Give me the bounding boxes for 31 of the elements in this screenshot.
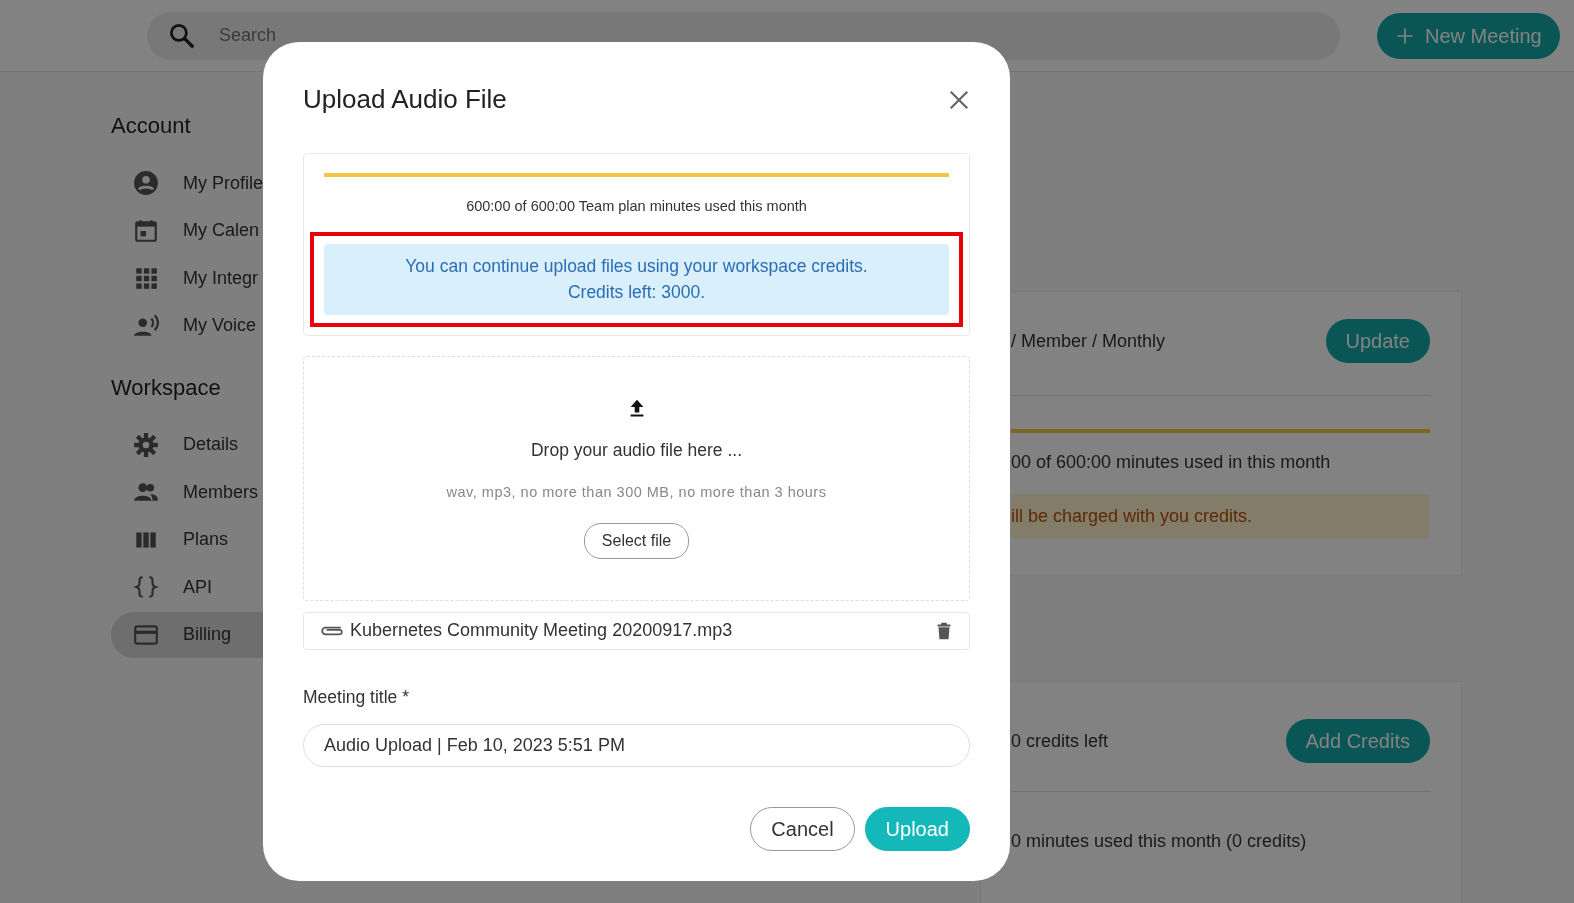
sidebar-item[interactable]: My Voice: [111, 302, 411, 349]
usage-text: 00 of 600:00 minutes used in this month: [1011, 451, 1332, 474]
field-label: Meeting title *: [303, 685, 411, 709]
close-button[interactable]: [948, 88, 970, 111]
plan-text: / Member / Monthly: [1011, 329, 1166, 353]
section-heading: Workspace: [111, 373, 222, 402]
braces-icon: [133, 574, 159, 600]
section-heading: Account: [111, 112, 192, 140]
warning-text: ill be charged with you credits.: [1011, 505, 1253, 528]
search-input[interactable]: Search: [217, 11, 1117, 60]
usage-text: 600:00 of 600:00 Team plan minutes used this month: [465, 197, 808, 217]
drop-zone[interactable]: Drop your audio file here ... wav, mp3, no more than 300 MB, no more than 3 hours Select file: [303, 355, 970, 601]
select-file-button[interactable]: Select file: [583, 523, 690, 560]
paperclip-icon: [320, 624, 344, 637]
credits-text: 0 credits left: [1011, 729, 1109, 753]
drop-title: Drop your audio file here ...: [530, 439, 743, 463]
format-hint: wav, mp3, no more than 300 MB, no more than 3 hours: [446, 482, 827, 502]
person-icon: [133, 170, 159, 196]
gear-icon: [133, 431, 159, 458]
usage-text: 0 minutes used this month (0 credits): [1011, 830, 1308, 853]
upload-button[interactable]: Upload: [864, 807, 970, 852]
speaking-person-icon: [133, 312, 159, 339]
sidebar-item[interactable]: My Profile: [111, 160, 411, 206]
notice-text: You can continue upload files using your workspace credits.: [404, 254, 869, 278]
notice-text: Credits left: 3000.: [566, 280, 707, 304]
dialog-title: Upload Audio File: [303, 84, 507, 116]
title-input[interactable]: Audio Upload | Feb 10, 2023 5:51 PM: [303, 724, 970, 768]
sidebar-item[interactable]: My Calen: [111, 207, 411, 254]
calendar-icon: [133, 217, 159, 244]
grid-icon: [133, 265, 159, 291]
cancel-button[interactable]: Cancel: [750, 807, 855, 852]
